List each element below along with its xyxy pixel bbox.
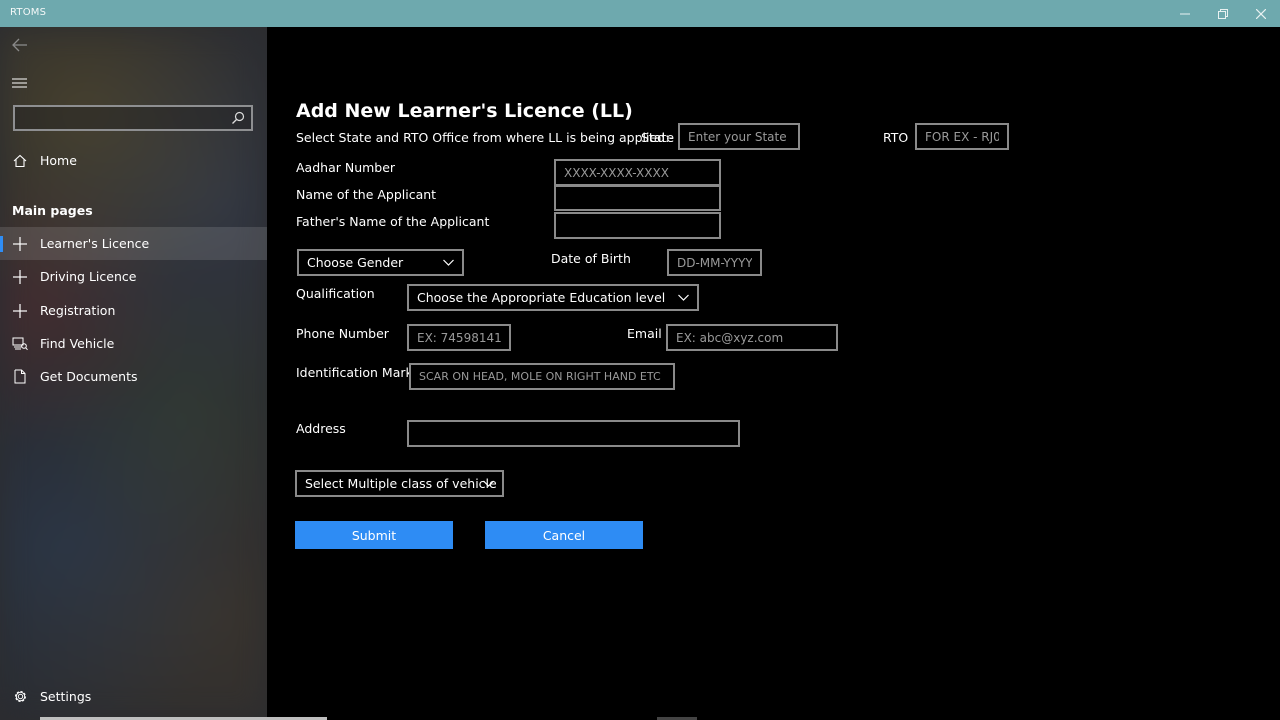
aadhar-field[interactable] <box>554 159 721 186</box>
state-input[interactable] <box>680 125 798 148</box>
phone-label: Phone Number <box>296 326 389 341</box>
plus-icon <box>0 269 40 284</box>
page-title: Add New Learner's Licence (LL) <box>296 100 633 122</box>
rto-input[interactable] <box>917 125 1007 148</box>
qualification-label: Qualification <box>296 286 375 301</box>
dob-field[interactable] <box>667 249 762 276</box>
search-box[interactable] <box>13 105 253 131</box>
state-label: State <box>641 130 675 145</box>
rto-field[interactable] <box>915 123 1009 150</box>
email-label: Email <box>627 326 662 341</box>
phone-input[interactable] <box>409 326 509 349</box>
sidebar-item-label: Driving Licence <box>40 269 137 284</box>
email-input[interactable] <box>668 326 836 349</box>
app-title: RTOMS <box>10 7 47 18</box>
email-field[interactable] <box>666 324 838 351</box>
rto-label: RTO <box>883 130 909 145</box>
hamburger-icon <box>12 78 27 88</box>
section-title-main-pages: Main pages <box>12 203 93 218</box>
sidebar-item-driving-licence[interactable]: Driving Licence <box>0 260 267 293</box>
close-button[interactable] <box>1242 0 1280 27</box>
father-name-field[interactable] <box>554 212 721 239</box>
sidebar-item-label: Learner's Licence <box>40 236 150 251</box>
sidebar-item-label: Settings <box>40 689 92 704</box>
dob-label: Date of Birth <box>551 251 631 266</box>
aadhar-label: Aadhar Number <box>296 160 396 175</box>
sidebar-item-settings[interactable]: Settings <box>0 680 267 713</box>
gender-dropdown-label: Choose Gender <box>307 255 404 270</box>
identification-mark-label: Identification Mark <box>296 365 413 380</box>
address-field[interactable] <box>407 420 740 447</box>
state-rto-prompt: Select State and RTO Office from where L… <box>296 130 674 145</box>
sidebar-item-label: Registration <box>40 303 116 318</box>
back-arrow-icon <box>12 38 27 52</box>
submit-button[interactable]: Submit <box>295 521 453 549</box>
home-icon <box>0 154 40 168</box>
cancel-button[interactable]: Cancel <box>485 521 643 549</box>
gender-dropdown[interactable]: Choose Gender <box>297 249 464 276</box>
father-name-input[interactable] <box>556 214 719 237</box>
address-label: Address <box>296 421 346 436</box>
aadhar-input[interactable] <box>556 161 719 184</box>
sidebar-item-label: Find Vehicle <box>40 336 115 351</box>
chevron-down-icon <box>443 259 454 266</box>
sidebar-item-registration[interactable]: Registration <box>0 294 267 327</box>
sidebar-item-get-documents[interactable]: Get Documents <box>0 360 267 393</box>
main-content: Add New Learner's Licence (LL) Select St… <box>267 27 1280 720</box>
search-icon[interactable] <box>231 111 245 125</box>
dob-input[interactable] <box>669 251 760 274</box>
restore-icon <box>1218 8 1228 19</box>
minimize-button[interactable] <box>1166 0 1204 27</box>
father-name-label: Father's Name of the Applicant <box>296 214 490 229</box>
vehicle-class-dropdown-label: Select Multiple class of vehicle <box>305 476 497 491</box>
close-icon <box>1256 8 1266 19</box>
applicant-name-label: Name of the Applicant <box>296 187 437 202</box>
hamburger-menu-button[interactable] <box>12 75 28 89</box>
address-input[interactable] <box>409 422 738 445</box>
gear-icon <box>0 689 40 704</box>
back-button[interactable] <box>10 35 30 55</box>
sidebar-item-learners-licence[interactable]: Learner's Licence <box>0 227 267 260</box>
identification-mark-field[interactable] <box>409 363 675 390</box>
restore-button[interactable] <box>1204 0 1242 27</box>
state-field[interactable] <box>678 123 800 150</box>
document-icon <box>0 369 40 384</box>
applicant-name-field[interactable] <box>554 185 721 211</box>
qualification-dropdown[interactable]: Choose the Appropriate Education level <box>407 284 699 311</box>
plus-icon <box>0 236 40 251</box>
title-bar: RTOMS <box>0 0 1280 27</box>
plus-icon <box>0 303 40 318</box>
minimize-icon <box>1180 13 1190 14</box>
sidebar-item-home[interactable]: Home <box>0 144 267 177</box>
navigation-pane: Home Main pages Learner's Licence Drivin… <box>0 27 267 720</box>
sidebar-item-label: Get Documents <box>40 369 138 384</box>
applicant-name-input[interactable] <box>556 187 719 209</box>
phone-field[interactable] <box>407 324 511 351</box>
chevron-down-icon <box>678 294 689 301</box>
sidebar-item-label: Home <box>40 153 77 168</box>
qualification-dropdown-label: Choose the Appropriate Education level <box>417 290 666 305</box>
vehicle-class-dropdown[interactable]: Select Multiple class of vehicle <box>295 470 504 497</box>
find-vehicle-icon <box>0 337 40 351</box>
search-input[interactable] <box>15 107 251 129</box>
chevron-down-icon <box>483 480 494 487</box>
sidebar-item-find-vehicle[interactable]: Find Vehicle <box>0 327 267 360</box>
identification-mark-input[interactable] <box>411 365 673 388</box>
